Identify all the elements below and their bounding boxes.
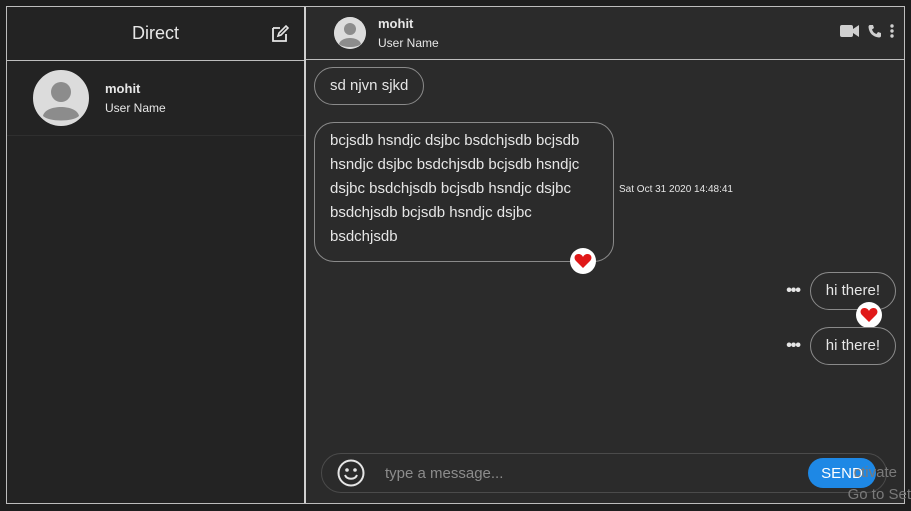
heart-icon[interactable]: [856, 302, 882, 328]
avatar: [33, 70, 89, 126]
video-camera-icon[interactable]: [840, 24, 860, 43]
app-frame: Direct mohit User Name mohit User Name s…: [6, 6, 905, 504]
watermark-line-2: Go to Set: [847, 486, 911, 503]
chat-header: mohit User Name: [306, 7, 904, 60]
more-options-icon[interactable]: •••: [786, 282, 801, 300]
message-list: sd njvn sjkd bcjsdb hsndjc dsjbc bsdchjs…: [306, 60, 904, 450]
sidebar-header: Direct: [7, 7, 304, 61]
watermark-line-1: ctivate: [853, 464, 897, 481]
edit-icon[interactable]: [270, 24, 290, 44]
smiley-icon[interactable]: [337, 459, 365, 487]
contact-subtitle: User Name: [105, 101, 166, 115]
contact-name: mohit: [105, 81, 141, 96]
contact-list-item[interactable]: mohit User Name: [7, 61, 304, 136]
chat-contact-subtitle: User Name: [378, 36, 439, 50]
message-bubble[interactable]: bcjsdb hsndjc dsjbc bsdchjsdb bcjsdb hsn…: [314, 122, 614, 262]
chat-contact-name: mohit: [378, 16, 414, 31]
message-timestamp: Sat Oct 31 2020 14:48:41: [619, 184, 733, 195]
avatar[interactable]: [334, 17, 366, 49]
message-input[interactable]: [383, 463, 767, 483]
chat-panel: mohit User Name sd njvn sjkd bcjsdb hsnd…: [306, 7, 904, 503]
kebab-menu-icon[interactable]: [890, 24, 894, 43]
activation-watermark: ctivate Go to Set: [848, 462, 911, 506]
phone-icon[interactable]: [868, 24, 882, 43]
message-bubble[interactable]: hi there!: [809, 327, 896, 365]
message-bubble[interactable]: hi there!: [809, 272, 896, 310]
more-options-icon[interactable]: •••: [786, 337, 801, 355]
message-bubble[interactable]: sd njvn sjkd: [314, 67, 425, 105]
sidebar-title: Direct: [131, 23, 179, 43]
sidebar: Direct mohit User Name: [7, 7, 306, 503]
heart-icon[interactable]: [570, 248, 596, 274]
message-composer: SEND: [321, 453, 887, 493]
